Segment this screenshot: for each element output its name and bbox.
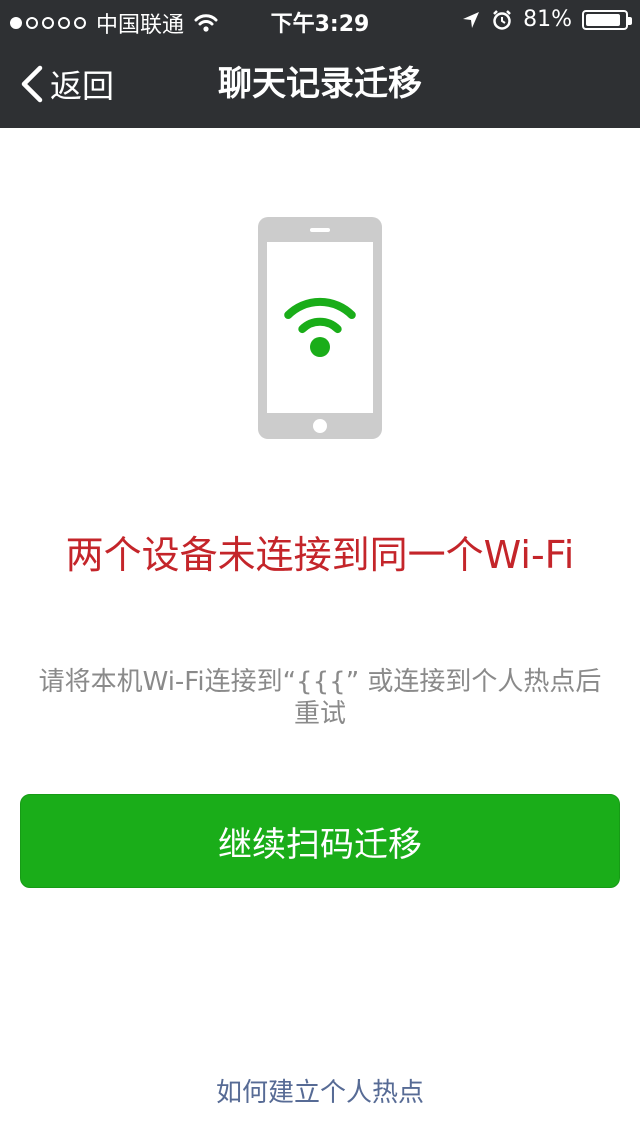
phone-icon	[258, 217, 382, 439]
top-bar: 中国联通 下午3:29 81% 返回 聊天记录迁移	[0, 0, 640, 128]
status-right: 81%	[461, 7, 632, 32]
navigation-bar: 返回 聊天记录迁移	[0, 40, 640, 128]
error-description: 请将本机Wi-Fi连接到“{{{” 或连接到个人热点后重试	[38, 667, 602, 729]
continue-scan-button[interactable]: 继续扫码迁移	[20, 794, 620, 888]
hotspot-help-link[interactable]: 如何建立个人热点	[0, 1072, 640, 1109]
battery-icon	[582, 9, 632, 30]
page-title: 聊天记录迁移	[218, 64, 422, 104]
error-headline: 两个设备未连接到同一个Wi-Fi	[65, 533, 575, 577]
battery-percent: 81%	[523, 7, 572, 32]
status-bar: 中国联通 下午3:29 81%	[0, 0, 640, 40]
alarm-clock-icon	[493, 9, 511, 30]
location-arrow-icon	[463, 11, 480, 28]
